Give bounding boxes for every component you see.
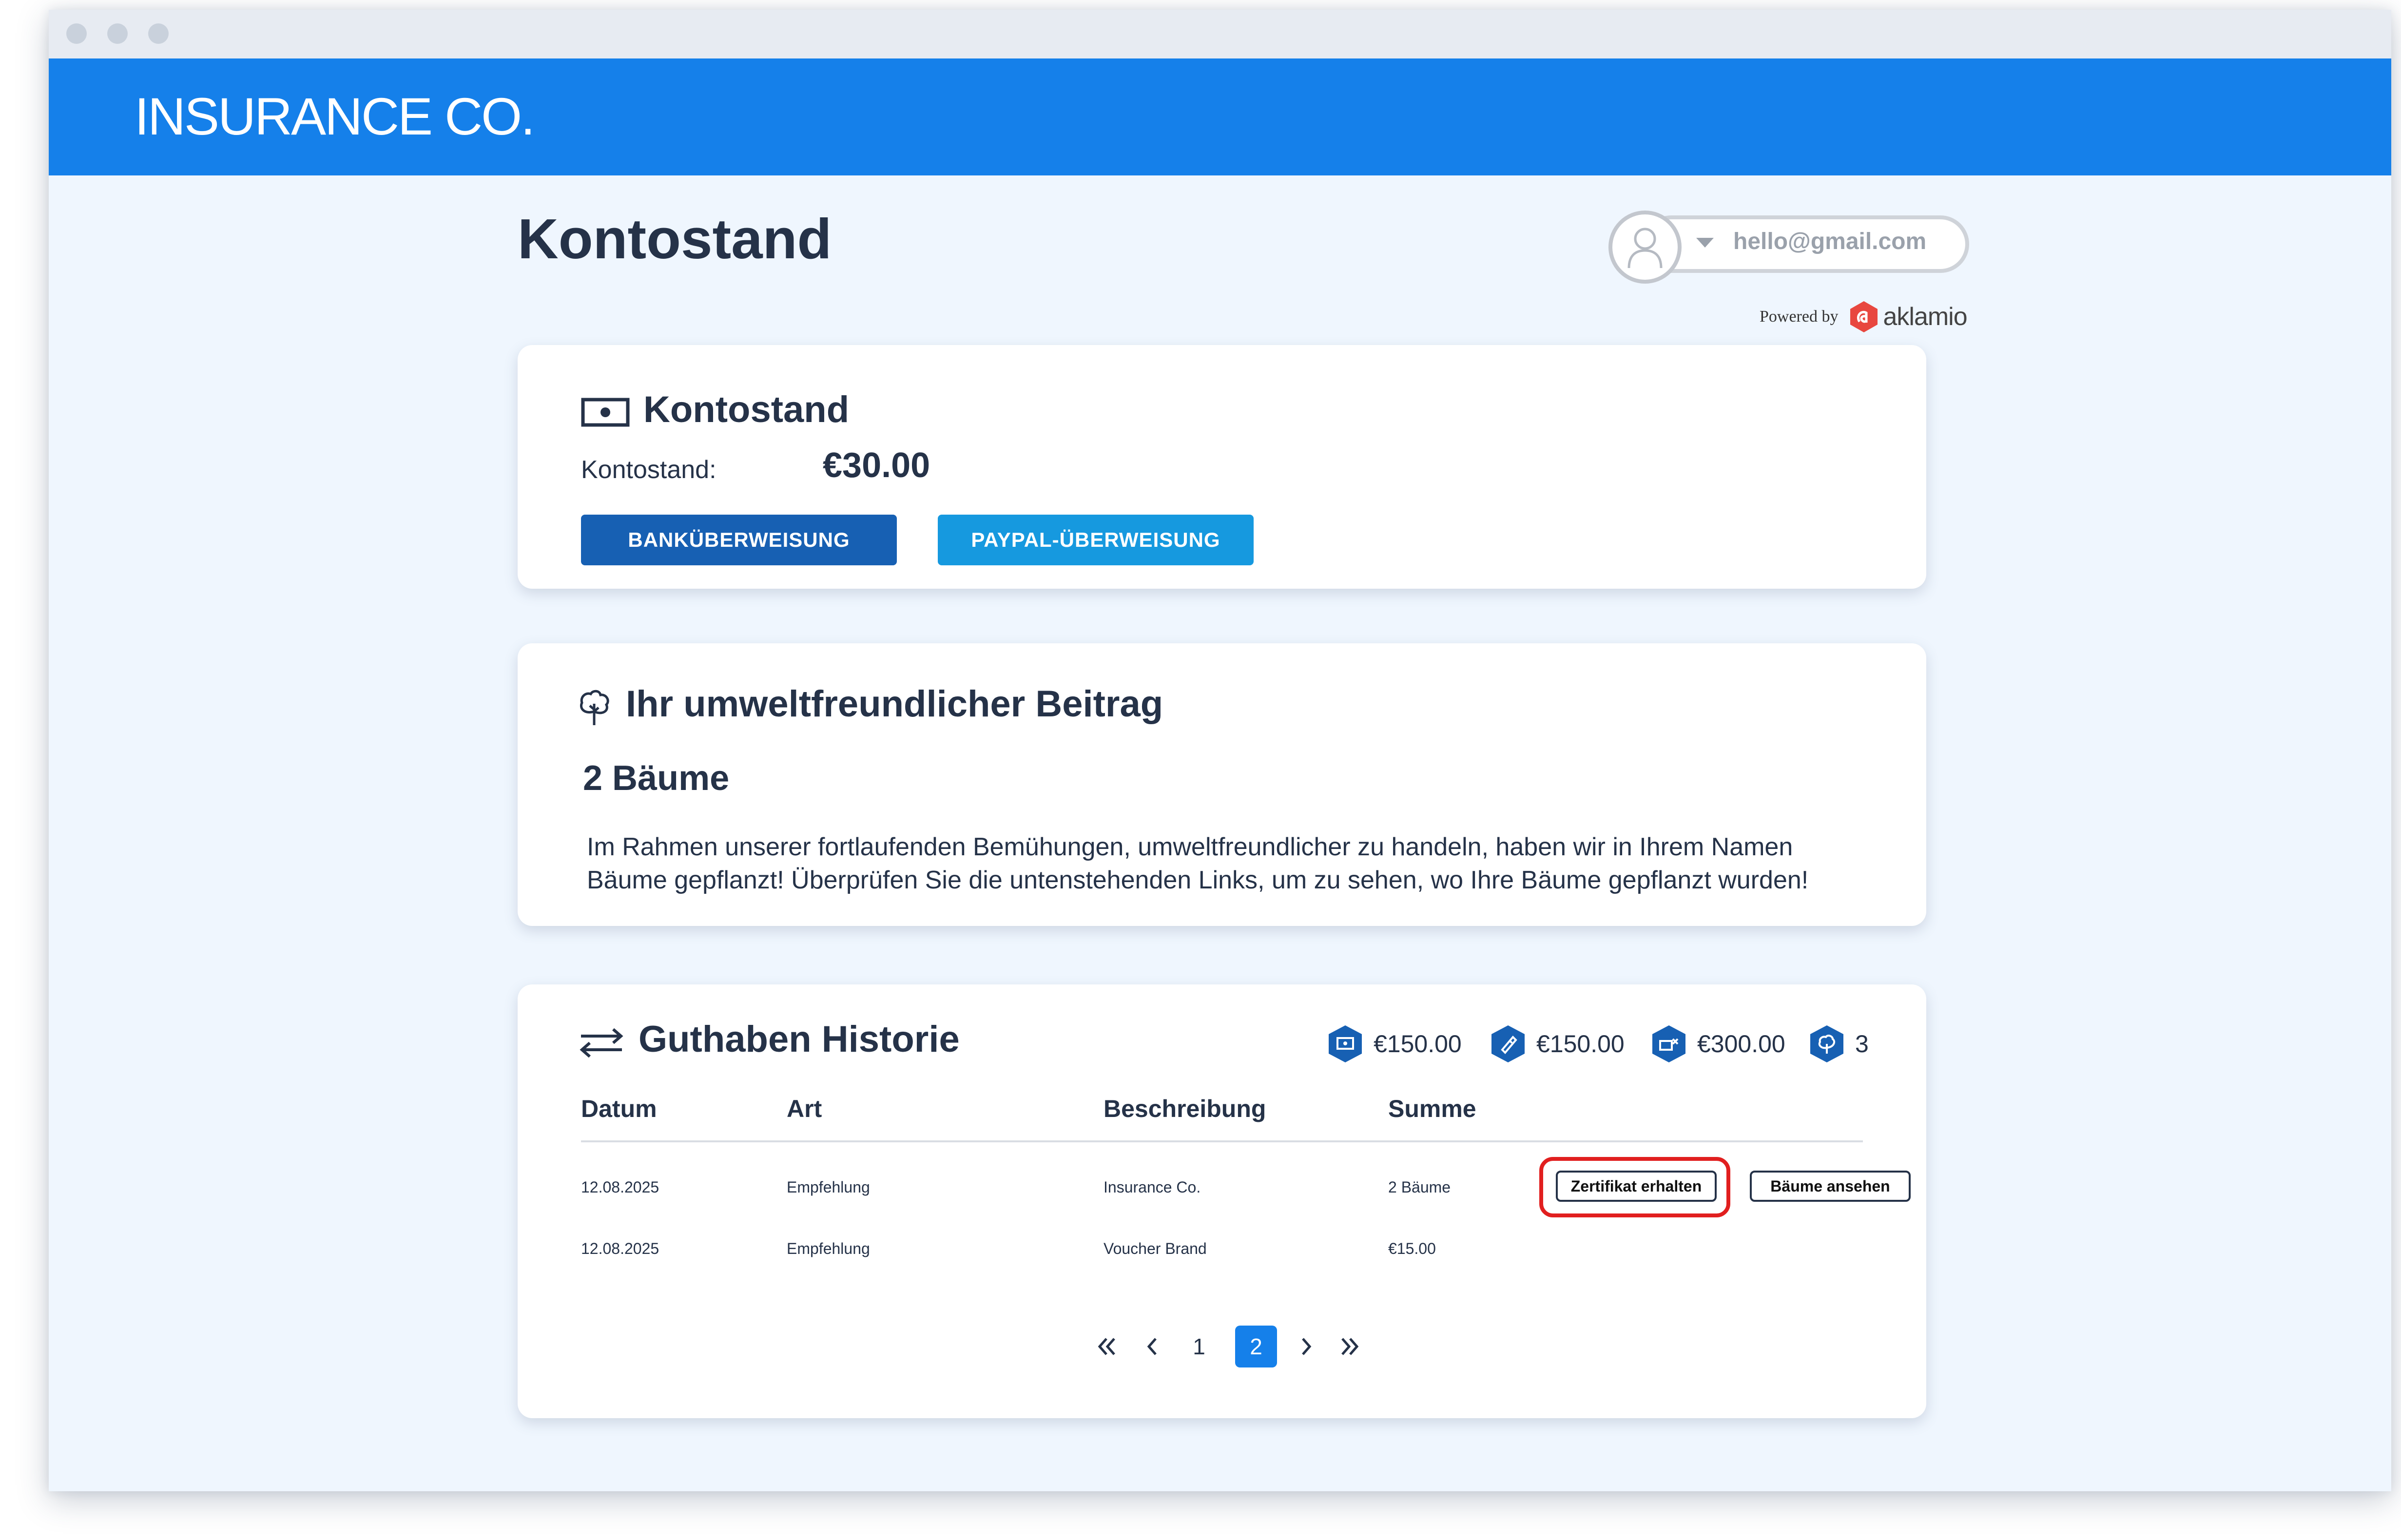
stat-voucher-value: €150.00 — [1536, 1030, 1625, 1058]
row-date: 12.08.2025 — [581, 1240, 659, 1257]
column-header-description[interactable]: Beschreibung — [1104, 1095, 1266, 1123]
transfer-icon — [1652, 1025, 1685, 1062]
next-page-icon[interactable] — [1295, 1326, 1319, 1367]
window-maximize-dot[interactable] — [148, 23, 169, 44]
stat-money: €150.00 — [1328, 1020, 1462, 1068]
column-header-date[interactable]: Datum — [581, 1095, 657, 1123]
column-header-type[interactable]: Art — [787, 1095, 822, 1123]
credit-history-card: Guthaben Historie €150.00 €150.00 €300.0… — [518, 984, 1926, 1418]
window-titlebar — [49, 10, 2391, 58]
table-header-divider — [581, 1140, 1863, 1142]
column-header-sum[interactable]: Summe — [1388, 1095, 1476, 1123]
history-stats: €150.00 €150.00 €300.00 3 — [518, 1020, 1926, 1068]
stat-money-value: €150.00 — [1374, 1030, 1462, 1058]
row-date: 12.08.2025 — [581, 1178, 659, 1196]
app-header: INSURANCE CO. — [49, 58, 2391, 175]
pagination: 1 2 — [518, 1326, 1926, 1374]
user-icon — [1627, 228, 1663, 269]
row-sum: 2 Bäume — [1388, 1178, 1451, 1196]
user-menu[interactable]: hello@gmail.com — [1608, 211, 1969, 284]
row-description: Voucher Brand — [1104, 1240, 1207, 1257]
eco-card-title: Ihr umweltfreundlicher Beitrag — [626, 683, 1163, 725]
row-description: Insurance Co. — [1104, 1178, 1201, 1196]
page-2-current[interactable]: 2 — [1235, 1326, 1277, 1367]
stat-transfer: €300.00 — [1651, 1020, 1785, 1068]
money-icon — [581, 398, 630, 427]
get-certificate-button[interactable]: Zertifikat erhalten — [1556, 1171, 1717, 1202]
stat-voucher: €150.00 — [1491, 1020, 1625, 1068]
previous-page-icon[interactable] — [1140, 1326, 1164, 1367]
voucher-icon — [1491, 1025, 1525, 1062]
brand-logo[interactable]: INSURANCE CO. — [135, 90, 535, 143]
eco-contribution-card: Ihr umweltfreundlicher Beitrag 2 Bäume I… — [518, 643, 1926, 926]
stat-trees: 3 — [1809, 1020, 1869, 1068]
row-type: Empfehlung — [787, 1178, 870, 1196]
stat-trees-value: 3 — [1855, 1030, 1869, 1058]
powered-by-label: Powered by — [1760, 308, 1839, 326]
tree-icon — [1810, 1025, 1843, 1062]
page-1-link[interactable]: 1 — [1180, 1326, 1219, 1367]
eco-description: Im Rahmen unserer fortlaufenden Bemühung… — [587, 833, 1809, 894]
balance-value: €30.00 — [823, 446, 930, 485]
row-sum: €15.00 — [1388, 1240, 1436, 1257]
user-email[interactable]: hello@gmail.com — [1733, 228, 1926, 255]
window-close-dot[interactable] — [66, 23, 87, 44]
chevron-down-icon[interactable] — [1696, 238, 1714, 248]
tree-count: 2 Bäume — [583, 759, 730, 798]
paypal-transfer-button[interactable]: PAYPAL-ÜBERWEISUNG — [938, 515, 1254, 565]
bank-transfer-button[interactable]: BANKÜBERWEISUNG — [581, 515, 897, 565]
last-page-icon[interactable] — [1335, 1326, 1364, 1367]
first-page-icon[interactable] — [1093, 1326, 1122, 1367]
page-title: Kontostand — [518, 207, 832, 270]
balance-card-title: Kontostand — [643, 389, 850, 430]
stat-transfer-value: €300.00 — [1697, 1030, 1785, 1058]
balance-label: Kontostand: — [581, 456, 716, 484]
balance-card: Kontostand Kontostand: €30.00 BANKÜBERWE… — [518, 345, 1926, 589]
window-minimize-dot[interactable] — [107, 23, 128, 44]
view-trees-button[interactable]: Bäume ansehen — [1750, 1171, 1911, 1202]
avatar[interactable] — [1608, 211, 1682, 284]
row-type: Empfehlung — [787, 1240, 870, 1257]
partner-name[interactable]: aklamio — [1883, 302, 1967, 331]
aklamio-logo-icon — [1850, 301, 1878, 332]
powered-by: Powered by aklamio — [1760, 297, 1968, 336]
browser-window: INSURANCE CO. Kontostand hello@gmail.com… — [49, 10, 2391, 1491]
tree-icon — [580, 690, 609, 725]
money-icon — [1329, 1025, 1362, 1062]
